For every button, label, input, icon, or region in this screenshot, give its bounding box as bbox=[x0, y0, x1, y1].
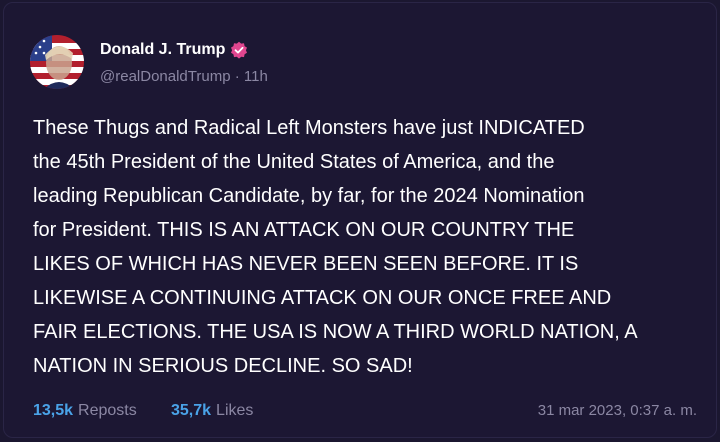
likes-count: 35,7k bbox=[171, 402, 212, 419]
post-age[interactable]: 11h bbox=[244, 68, 268, 85]
author-handle[interactable]: @realDonaldTrump bbox=[100, 68, 231, 85]
reposts-stat[interactable]: 13,5k Reposts bbox=[33, 402, 137, 420]
post-timestamp[interactable]: 31 mar 2023, 0:37 a. m. bbox=[538, 402, 697, 419]
reposts-label: Reposts bbox=[78, 402, 137, 419]
likes-label: Likes bbox=[216, 402, 254, 419]
post-card: Donald J. Trump @realDonaldTrump · 11h T… bbox=[3, 2, 717, 438]
post-text: These Thugs and Radical Left Monsters ha… bbox=[33, 117, 638, 377]
verified-badge-icon bbox=[230, 41, 248, 59]
author-name[interactable]: Donald J. Trump bbox=[100, 41, 225, 59]
avatar[interactable] bbox=[30, 35, 84, 89]
likes-stat[interactable]: 35,7k Likes bbox=[171, 402, 253, 420]
avatar-image bbox=[30, 35, 84, 89]
handle-row: @realDonaldTrump · 11h bbox=[100, 68, 268, 85]
post-header: Donald J. Trump @realDonaldTrump · 11h bbox=[30, 33, 630, 93]
reposts-count: 13,5k bbox=[33, 402, 74, 419]
author-row: Donald J. Trump bbox=[100, 41, 248, 59]
post-footer: 13,5k Reposts 35,7k Likes 31 mar 2023, 0… bbox=[33, 402, 697, 424]
separator: · bbox=[230, 68, 244, 85]
